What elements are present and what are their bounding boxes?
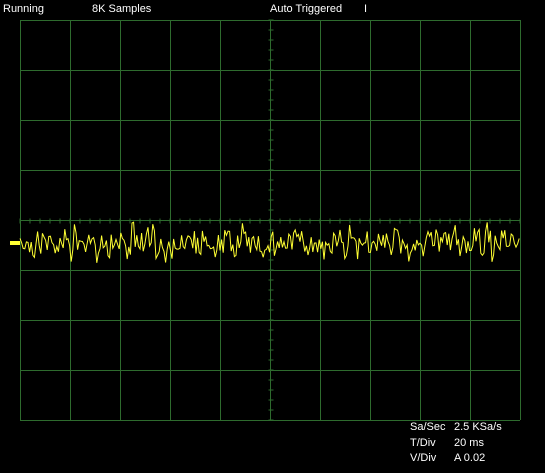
volt-div-readout: V/Div A 0.02 xyxy=(410,452,485,464)
channel-a-trace xyxy=(19,221,520,263)
volt-div-label: V/Div xyxy=(410,452,437,464)
sample-rate-readout: Sa/Sec 2.5 KSa/s xyxy=(410,421,502,433)
time-div-readout: T/Div 20 ms xyxy=(410,437,484,449)
volt-div-value: A 0.02 xyxy=(454,452,486,464)
time-div-label: T/Div xyxy=(410,437,436,449)
sample-rate-label: Sa/Sec xyxy=(410,421,446,433)
sample-rate-value: 2.5 KSa/s xyxy=(454,421,502,433)
ground-marker xyxy=(10,241,20,245)
time-div-value: 20 ms xyxy=(454,437,484,449)
scope-screen[interactable] xyxy=(0,0,545,473)
